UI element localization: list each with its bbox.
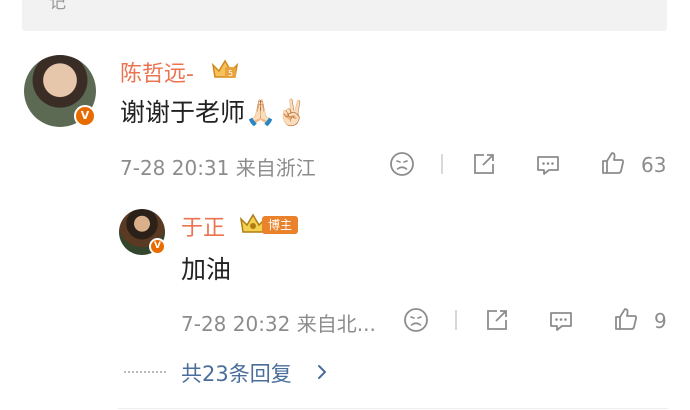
like-count: 63	[641, 153, 667, 177]
comment-icon[interactable]	[548, 308, 574, 334]
like-icon[interactable]	[613, 306, 639, 332]
comment-location: 来自浙江	[235, 156, 316, 180]
reply-meta: 7-28 20:32 来自北...	[181, 308, 376, 337]
share-icon[interactable]	[471, 151, 497, 177]
blogger-badge: 博主	[262, 216, 298, 234]
view-more-replies-link[interactable]: 共23条回复	[181, 358, 292, 388]
chevron-right-icon[interactable]	[315, 362, 329, 382]
dislike-icon[interactable]	[389, 151, 415, 177]
comment-meta: 7-28 20:31 来自浙江	[120, 152, 316, 181]
like-count: 9	[654, 309, 667, 333]
comment-icon[interactable]	[535, 152, 561, 178]
dotted-divider	[124, 371, 166, 375]
quoted-text: 记	[49, 0, 66, 13]
divider	[441, 154, 443, 174]
svg-text:5: 5	[228, 69, 233, 78]
divider	[455, 310, 457, 330]
reply-username[interactable]: 于正	[181, 210, 225, 242]
comment-username[interactable]: 陈哲远-	[120, 56, 194, 88]
reply-location: 来自北...	[296, 312, 376, 336]
quoted-original-post[interactable]: 记	[22, 0, 667, 31]
like-icon[interactable]	[600, 150, 626, 176]
share-icon[interactable]	[484, 307, 510, 333]
divider	[118, 408, 668, 409]
reply-timestamp: 7-28 20:32	[181, 312, 291, 336]
crown-icon: 5	[211, 59, 239, 78]
dislike-icon[interactable]	[403, 307, 429, 333]
verified-icon: V	[149, 238, 166, 255]
reply-content: 加油	[181, 255, 232, 284]
comment-timestamp: 7-28 20:31	[120, 156, 230, 180]
verified-icon: V	[74, 105, 96, 127]
comment-content: 谢谢于老师🙏🏻✌🏻	[120, 98, 308, 127]
